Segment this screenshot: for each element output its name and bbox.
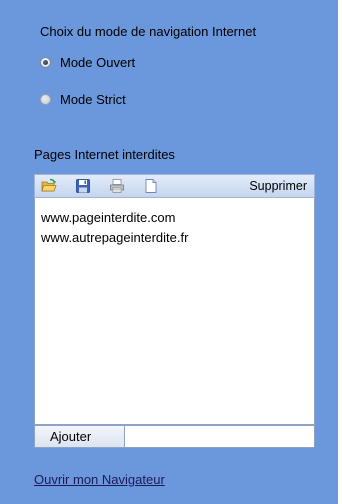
radio-label-mode-strict: Mode Strict: [60, 92, 126, 107]
radio-mode-ouvert[interactable]: Mode Ouvert: [40, 55, 135, 70]
new-document-icon[interactable]: [143, 178, 159, 194]
radio-unselected-icon[interactable]: [40, 94, 51, 105]
blocked-pages-list[interactable]: www.pageinterdite.com www.autrepageinter…: [34, 198, 315, 425]
open-browser-link[interactable]: Ouvrir mon Navigateur: [34, 472, 165, 487]
open-folder-icon[interactable]: [41, 178, 57, 194]
print-icon[interactable]: [109, 178, 125, 194]
list-item[interactable]: www.pageinterdite.com: [41, 208, 314, 228]
settings-panel: Choix du mode de navigation Internet Mod…: [0, 0, 342, 504]
radio-mode-strict[interactable]: Mode Strict: [40, 92, 126, 107]
list-toolbar: Supprimer: [34, 174, 315, 198]
add-url-row: Ajouter: [34, 425, 315, 448]
list-item[interactable]: www.autrepageinterdite.fr: [41, 228, 314, 248]
url-input[interactable]: [125, 426, 314, 447]
blocked-pages-title: Pages Internet interdites: [34, 147, 175, 162]
radio-label-mode-ouvert: Mode Ouvert: [60, 55, 136, 70]
save-icon[interactable]: [75, 178, 91, 194]
navigation-mode-title: Choix du mode de navigation Internet: [40, 24, 257, 39]
radio-selected-icon[interactable]: [40, 57, 51, 68]
delete-button[interactable]: Supprimer: [247, 179, 309, 193]
add-button[interactable]: Ajouter: [35, 426, 125, 447]
